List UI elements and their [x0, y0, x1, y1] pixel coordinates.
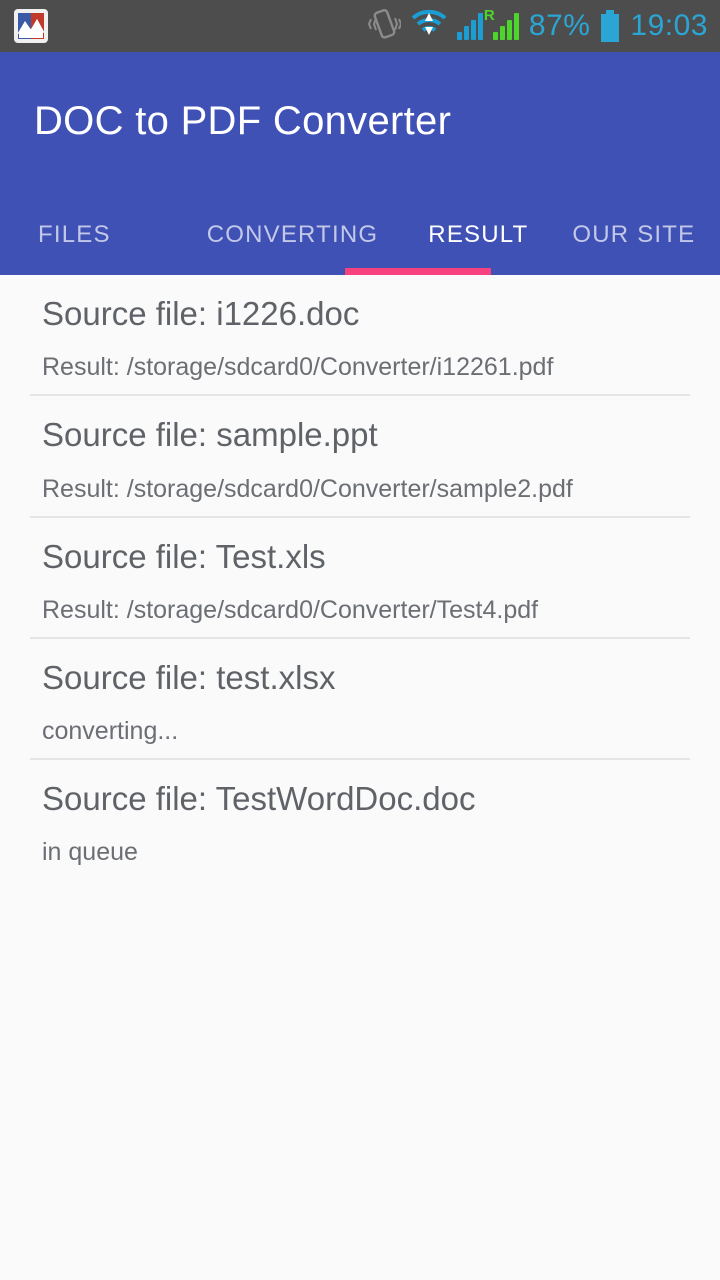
tab-converting[interactable]: CONVERTING: [207, 195, 379, 275]
active-tab-indicator: [345, 268, 491, 275]
source-file-label: Source file: TestWordDoc.doc: [42, 780, 476, 817]
source-file-label: Source file: test.xlsx: [42, 658, 336, 696]
list-item[interactable]: Source file: test.xlsx converting...: [0, 639, 720, 760]
result-list[interactable]: Source file: i1226.doc Result: /storage/…: [0, 275, 720, 1280]
conversion-status-label: Result: /storage/sdcard0/Converter/i1226…: [42, 353, 554, 382]
status-bar-left: [0, 9, 48, 43]
conversion-status-label: Result: /storage/sdcard0/Converter/sampl…: [42, 474, 573, 503]
page-title: DOC to PDF Converter: [34, 99, 452, 143]
signal-bars-icon: [456, 12, 483, 40]
conversion-status-label: in queue: [42, 838, 138, 867]
source-file-label: Source file: Test.xls: [42, 537, 326, 575]
status-bar-right: R 87% 19:03: [367, 8, 720, 45]
source-file-label: Source file: i1226.doc: [42, 295, 360, 332]
source-file-label: Source file: sample.ppt: [42, 416, 378, 454]
tab-bar: FILES CONVERTING RESULT OUR SITE: [0, 195, 720, 275]
tab-our-site[interactable]: OUR SITE: [572, 195, 695, 275]
vibrate-icon: [367, 8, 402, 45]
tab-files[interactable]: FILES: [38, 195, 111, 275]
tab-result[interactable]: RESULT: [428, 195, 528, 275]
list-item[interactable]: Source file: sample.ppt Result: /storage…: [0, 396, 720, 518]
roaming-label: R: [483, 7, 495, 24]
conversion-status-label: converting...: [42, 717, 179, 745]
list-item[interactable]: Source file: TestWordDoc.doc in queue: [0, 760, 720, 881]
wifi-icon: [411, 9, 447, 44]
app-bar: DOC to PDF Converter FILES CONVERTING RE…: [0, 52, 720, 275]
status-bar: R 87% 19:03: [0, 0, 720, 52]
signal-bars-roaming-icon: R: [484, 8, 519, 40]
battery-full-icon: [600, 10, 620, 42]
conversion-status-label: Result: /storage/sdcard0/Converter/Test4…: [42, 595, 539, 624]
list-item[interactable]: Source file: i1226.doc Result: /storage/…: [0, 275, 720, 397]
clock-label: 19:03: [630, 9, 708, 42]
list-item[interactable]: Source file: Test.xls Result: /storage/s…: [0, 518, 720, 639]
battery-percent-label: 87%: [528, 9, 591, 42]
chart-app-icon: [14, 9, 48, 43]
